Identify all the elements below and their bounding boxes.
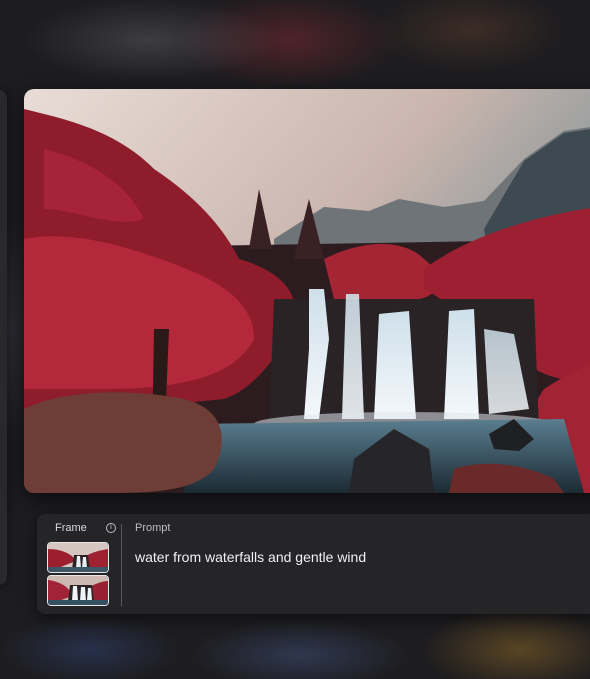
frame-label: Frame xyxy=(55,522,87,534)
blurred-background: Frame i Prompt water from waterfalls and… xyxy=(0,0,590,679)
panel-divider xyxy=(121,524,122,606)
waterfall-image xyxy=(24,89,590,493)
generated-image-preview[interactable] xyxy=(24,89,590,493)
frame-thumbnail-2[interactable] xyxy=(47,575,109,606)
info-icon[interactable]: i xyxy=(106,523,116,533)
previous-card-edge[interactable] xyxy=(0,90,7,585)
prompt-label: Prompt xyxy=(135,522,171,534)
generation-settings-panel: Frame i Prompt water from waterfalls and… xyxy=(37,514,590,614)
prompt-text[interactable]: water from waterfalls and gentle wind xyxy=(135,549,366,565)
frame-thumbnail-1[interactable] xyxy=(47,542,109,573)
